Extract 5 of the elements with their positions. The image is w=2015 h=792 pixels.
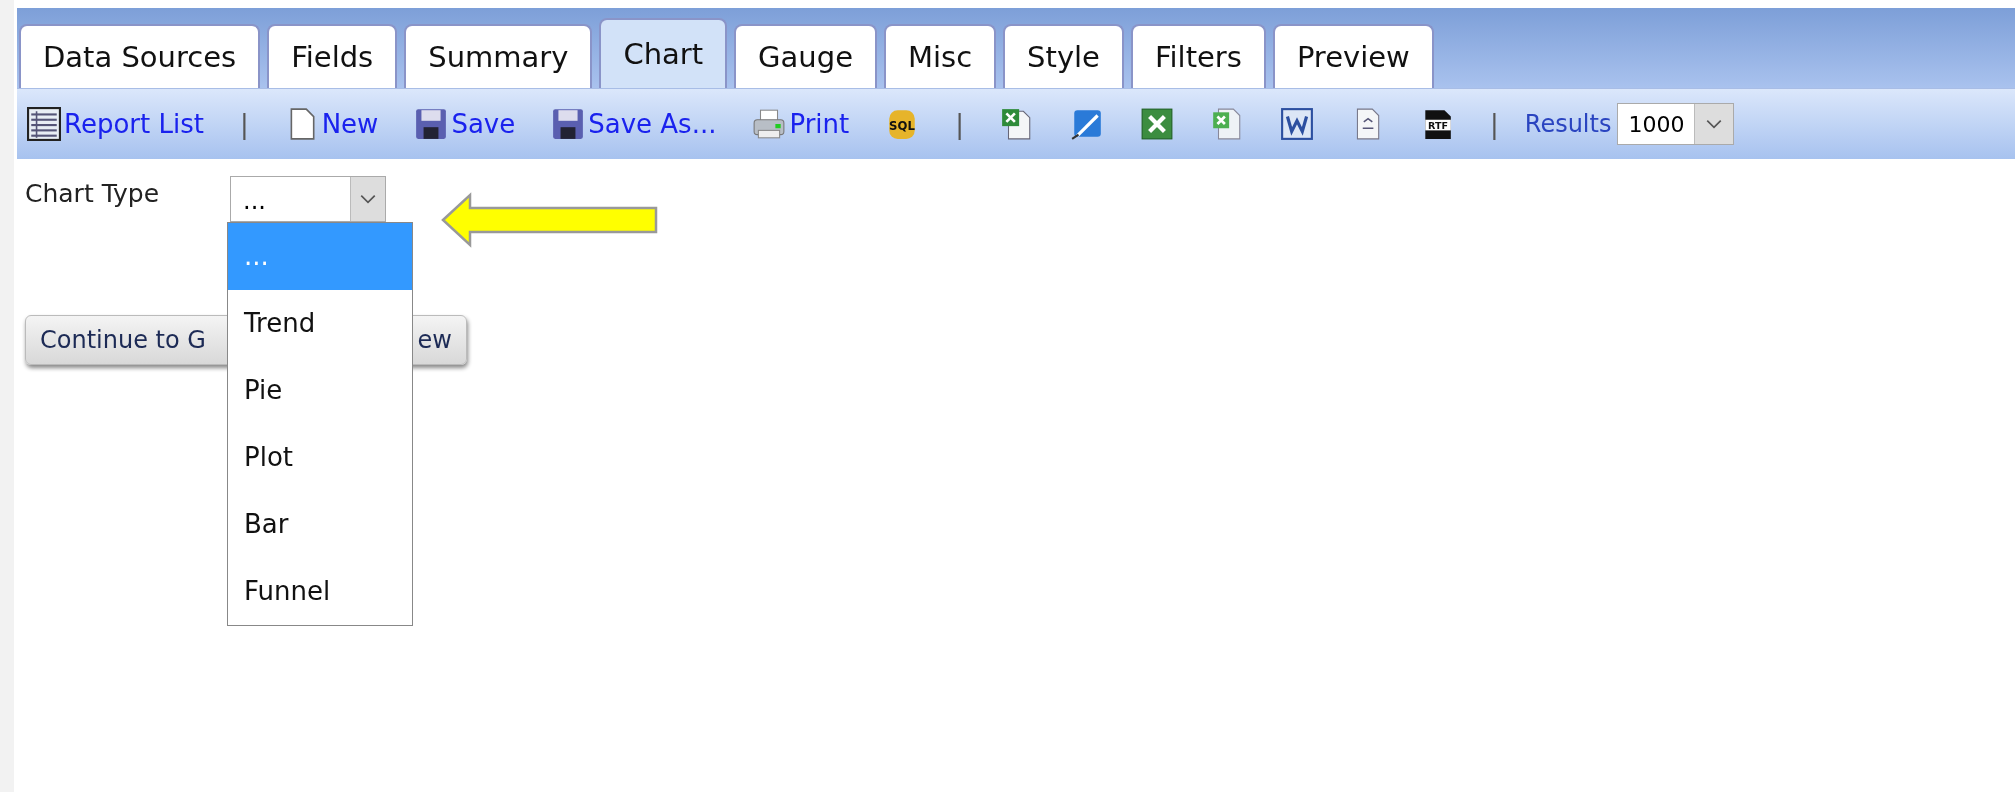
chart-type-label: Chart Type — [25, 179, 161, 208]
separator: | — [955, 109, 964, 139]
results-label: Results — [1524, 110, 1612, 138]
separator: | — [239, 109, 249, 139]
separator: | — [1490, 109, 1499, 139]
